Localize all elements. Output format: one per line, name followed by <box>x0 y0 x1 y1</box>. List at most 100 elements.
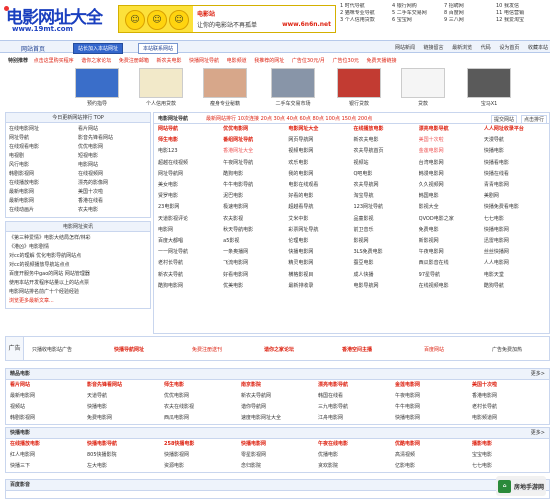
site-logo[interactable]: 电影网址大全 www.19mt.com <box>4 3 114 35</box>
section-link[interactable]: 午夜在线电影 <box>318 439 395 450</box>
site-link[interactable]: 好看的电影 <box>288 191 353 202</box>
recommend-link[interactable]: 新农夫电影 <box>156 58 181 64</box>
section-link[interactable]: 免费电影网 <box>87 413 164 424</box>
tip-link[interactable]: 短视电影 <box>78 152 147 161</box>
site-link[interactable]: 久久视频网 <box>419 180 484 191</box>
nav-home-link[interactable]: 网站首页 <box>21 44 45 53</box>
news-more-link[interactable]: 浏览更多最新文章... <box>9 297 147 306</box>
tip-link[interactable]: 风行电影 <box>9 161 78 170</box>
site-link[interactable]: 漂亮电影导航 <box>419 124 484 135</box>
section-link[interactable]: 天道导航 <box>87 391 164 402</box>
site-link[interactable]: 影视网 <box>353 236 418 247</box>
section-link[interactable]: 亿影电影 <box>395 461 472 472</box>
contact-button[interactable]: 本站联系网站 <box>138 43 179 54</box>
site-link[interactable]: 酷狗导航 <box>484 281 549 292</box>
tip-link[interactable]: 影音先锋看网站 <box>78 134 147 143</box>
site-link[interactable]: 超越看导航 <box>288 202 353 213</box>
ad-link[interactable]: 只播收电影站广告 <box>32 346 72 353</box>
site-link[interactable]: 前卫音乐 <box>353 225 418 236</box>
site-link[interactable]: 彩票网址导航 <box>288 225 353 236</box>
top-link[interactable]: 12 我爱淘宝 <box>496 17 548 24</box>
site-link[interactable]: 最新排收录 <box>288 281 353 292</box>
section-link[interactable]: 韩国在线看 <box>318 391 395 402</box>
site-link[interactable]: 人人电影网 <box>484 258 549 269</box>
site-link[interactable]: 成人快播 <box>353 270 418 281</box>
tip-link[interactable]: 在线动画片 <box>9 206 78 215</box>
site-link[interactable]: 电影在线观看 <box>288 180 353 191</box>
recommend-link[interactable]: 快播网址导航 <box>189 58 219 64</box>
tip-link[interactable]: 在线播放电影 <box>9 179 78 188</box>
site-link[interactable]: 美国十次啦 <box>419 135 484 146</box>
nav-link[interactable]: 链接留言 <box>424 45 444 51</box>
site-link[interactable]: 农夫影视 <box>223 214 288 225</box>
site-link[interactable]: 天漫导航 <box>484 135 549 146</box>
rank-tag[interactable]: 60点 <box>299 116 310 122</box>
tip-link[interactable]: 农夫电影 <box>78 206 147 215</box>
tip-link[interactable]: 美国十次啦 <box>78 188 147 197</box>
site-link[interactable]: 牛牛电影导航 <box>223 180 288 191</box>
tip-link[interactable]: 电视剧 <box>9 152 78 161</box>
site-link[interactable]: 欢乐电影 <box>288 158 353 169</box>
recommend-link[interactable]: 电影频道 <box>227 58 247 64</box>
site-link[interactable]: 美女电影 <box>158 180 223 191</box>
tip-link[interactable]: 优优电影网 <box>78 143 147 152</box>
tip-link[interactable]: 香港在线看 <box>78 197 147 206</box>
site-link[interactable]: 人人网址收录平台 <box>484 124 549 135</box>
recommend-link[interactable]: 点击这里购买程序 <box>34 58 74 64</box>
recommend-link[interactable]: 免费天播链接 <box>367 58 397 64</box>
recommend-link[interactable]: 免费注册邮箱 <box>119 58 149 64</box>
tip-link[interactable]: 韩剧影视网 <box>9 170 78 179</box>
top-link[interactable]: 3 个人信用贷款 <box>340 17 392 24</box>
section-link[interactable]: 念归影院 <box>241 461 318 472</box>
site-link[interactable]: 23电影网 <box>158 202 223 213</box>
news-link[interactable]: 对cc的视频播放导航站点点 <box>9 261 147 270</box>
section-link[interactable]: 漂亮电影导航 <box>318 380 395 391</box>
site-link[interactable]: 天道影视评论 <box>158 214 223 225</box>
nav-link[interactable]: 收藏本站 <box>528 45 548 51</box>
image-link[interactable]: 贷款 <box>396 68 450 110</box>
site-link[interactable]: 在线播放电影 <box>353 124 418 135</box>
section-link[interactable]: 805快播影院 <box>87 450 164 461</box>
section-link[interactable]: 高清视频 <box>395 450 472 461</box>
top-link[interactable]: 1 时代导航 <box>340 3 392 10</box>
site-link[interactable]: 新农夫导航 <box>158 270 223 281</box>
image-link[interactable]: 瘦身专业秘籍 <box>198 68 252 110</box>
site-link[interactable]: 金莲电影网 <box>419 146 484 157</box>
top-link[interactable]: 4 银行网购 <box>392 3 444 10</box>
site-link[interactable]: 酷狗电影网 <box>158 281 223 292</box>
tip-link[interactable]: 在线电影网址 <box>9 125 78 134</box>
site-link[interactable]: QVOD电影之家 <box>419 214 484 225</box>
site-link[interactable]: 韩漫电影网 <box>419 169 484 180</box>
section-link[interactable]: 江舟电影网 <box>318 413 395 424</box>
section-link[interactable]: 七七电影 <box>472 461 549 472</box>
site-link[interactable]: 一一网址导航 <box>158 247 223 258</box>
section-link[interactable]: 红人电影网 <box>10 450 87 461</box>
site-link[interactable]: 免费电影 <box>419 225 484 236</box>
site-link[interactable]: 农夫导航首页 <box>353 146 418 157</box>
rank-tag[interactable]: 20点 <box>261 116 272 122</box>
site-link[interactable]: 网站导航 <box>158 124 223 135</box>
rank-tag[interactable]: 100点 <box>325 116 340 122</box>
tip-link[interactable]: 看片网站 <box>78 125 147 134</box>
site-link[interactable]: 快播在线看 <box>484 169 549 180</box>
image-link[interactable]: 宝马X1 <box>462 68 516 110</box>
ad-link[interactable]: 谐你之家论坛 <box>264 346 294 353</box>
section-link[interactable]: 南京影院 <box>241 380 318 391</box>
site-link[interactable]: 快播电影网 <box>484 225 549 236</box>
site-link[interactable]: 迅雷电影网 <box>484 236 549 247</box>
top-link[interactable]: 5 二手车交易网 <box>392 10 444 17</box>
top-link[interactable]: 11 电信营销 <box>496 10 548 17</box>
site-link[interactable]: 快播电影网 <box>288 247 353 258</box>
news-link[interactable]: 百度开服务中gao的网站 网站管理器 <box>9 270 147 279</box>
site-link[interactable]: 百度大都唱 <box>158 236 223 247</box>
news-link[interactable]: 电影网站排名前广十个经验经验 <box>9 288 147 297</box>
section-link[interactable]: 快播电影导航 <box>87 439 164 450</box>
section-link[interactable]: 资源电影 <box>164 461 241 472</box>
ad-link[interactable]: 香港空间主播 <box>342 346 372 353</box>
site-link[interactable]: 在线视频电影 <box>419 281 484 292</box>
rank-tag[interactable]: 80点 <box>312 116 323 122</box>
top-link[interactable]: 9 三八网 <box>444 17 496 24</box>
more-link[interactable]: 更多> <box>531 369 545 380</box>
section-link[interactable]: 258快播电影 <box>164 439 241 450</box>
image-link[interactable]: 银行贷款 <box>332 68 386 110</box>
